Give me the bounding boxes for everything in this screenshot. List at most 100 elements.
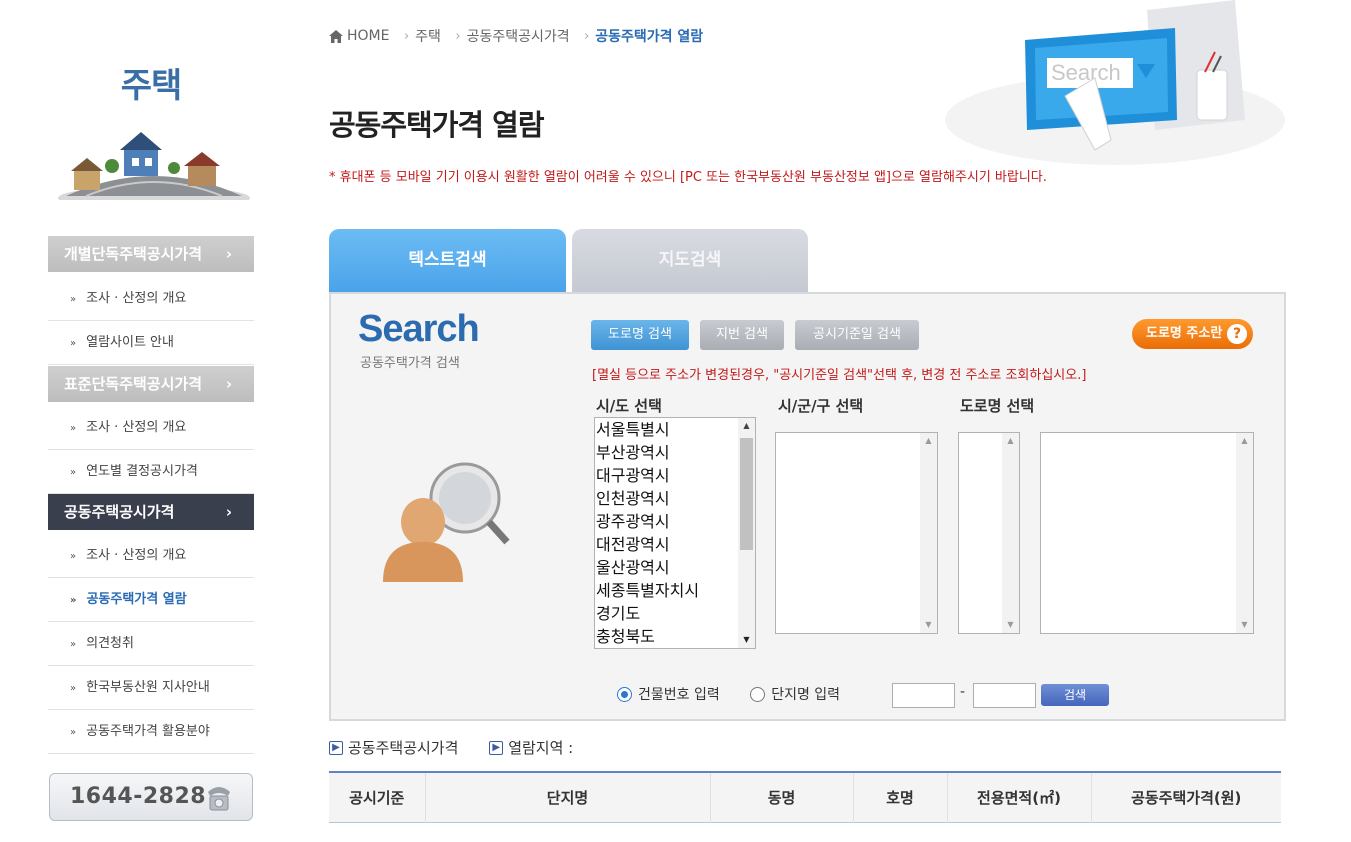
result-table: 공시기준 단지명 동명 호명 전용면적(㎡) 공동주택가격(원) — [329, 771, 1281, 823]
phone-number: 1644-2828 — [70, 784, 207, 809]
sidebar-item-site-guide[interactable]: » 열람사이트 안내 — [48, 321, 254, 365]
bullet-icon: » — [70, 294, 77, 305]
sidebar-item-opinion[interactable]: » 의견청취 — [48, 622, 254, 666]
houses-illustration — [58, 132, 250, 200]
telephone-icon — [208, 787, 230, 811]
region-info-label: 열람지역 : — [508, 739, 574, 757]
building-number-label: 건물번호 입력 — [638, 687, 720, 703]
sidebar-item-label: 조사 · 산정의 개요 — [86, 291, 187, 306]
chevron-right-icon: › — [225, 375, 232, 393]
input-type-radio-group: 건물번호 입력 단지명 입력 — [617, 684, 866, 704]
sidebar-item-label: 조사 · 산정의 개요 — [86, 548, 187, 563]
road-label: 도로명 선택 — [960, 397, 1035, 415]
breadcrumb-separator-icon: › — [584, 28, 590, 44]
road-name-search-button[interactable]: 도로명 검색 — [591, 320, 689, 350]
sidebar-item-label: 열람사이트 안내 — [86, 335, 174, 350]
home-icon[interactable] — [329, 29, 343, 43]
sidebar-section-label: 개별단독주택공시가격 — [64, 245, 203, 263]
scroll-down-icon[interactable]: ▼ — [738, 632, 755, 648]
search-button[interactable]: 검색 — [1041, 684, 1109, 706]
sido-listbox[interactable]: 서울특별시 부산광역시 대구광역시 인천광역시 광주광역시 대전광역시 울산광역… — [594, 417, 756, 649]
breadcrumb-item[interactable]: 주택 — [415, 29, 441, 45]
scrollbar[interactable]: ▲ ▼ — [920, 433, 937, 633]
sidebar-section-apartment[interactable]: 공동주택공시가격 › — [48, 494, 254, 530]
complex-name-radio[interactable] — [750, 686, 766, 702]
col-base-date: 공시기준 — [329, 772, 425, 822]
breadcrumb-item[interactable]: 공동주택공시가격 — [467, 29, 570, 45]
road-address-guide-button[interactable]: 도로명 주소란 ? — [1132, 319, 1253, 349]
sido-option[interactable]: 서울특별시 — [595, 418, 755, 441]
chevron-right-icon: › — [225, 503, 232, 521]
sidebar-item-usage[interactable]: » 공동주택가격 활용분야 — [48, 710, 254, 754]
road-name-listbox[interactable]: ▲ ▼ — [1040, 432, 1254, 634]
sidebar-item-overview[interactable]: » 조사 · 산정의 개요 — [48, 406, 254, 450]
scroll-down-icon[interactable]: ▼ — [920, 617, 937, 633]
col-building: 동명 — [709, 772, 853, 822]
building-main-number-input[interactable] — [892, 683, 955, 708]
guide-label: 도로명 주소란 — [1146, 326, 1223, 341]
sidebar-section-individual-house[interactable]: 개별단독주택공시가격 › — [48, 236, 254, 272]
sido-option[interactable]: 인천광역시 — [595, 487, 755, 510]
sigungu-listbox[interactable]: ▲ ▼ — [775, 432, 938, 634]
scrollbar-thumb[interactable] — [740, 438, 753, 550]
lot-number-search-button[interactable]: 지번 검색 — [700, 320, 784, 350]
breadcrumb-separator-icon: › — [403, 28, 410, 44]
scroll-up-icon[interactable]: ▲ — [1002, 433, 1019, 449]
table-header-row: 공시기준 단지명 동명 호명 전용면적(㎡) 공동주택가격(원) — [329, 772, 1281, 822]
box-arrow-icon: ▶ — [329, 740, 343, 755]
sido-option[interactable]: 광주광역시 — [595, 510, 755, 533]
page-title: 공동주택가격 열람 — [329, 108, 545, 142]
sidebar-section-label: 공동주택공시가격 — [64, 503, 175, 521]
bullet-icon: » — [70, 683, 77, 694]
scrollbar[interactable]: ▲ ▼ — [738, 418, 755, 648]
breadcrumb: HOME › 주택 › 공동주택공시가격 › 공동주택가격 열람 — [329, 26, 703, 46]
header-image-text: Search — [1051, 60, 1121, 85]
bullet-icon: » — [70, 639, 77, 650]
sidebar-item-overview[interactable]: » 조사 · 산정의 개요 — [48, 277, 254, 321]
building-number-radio[interactable] — [617, 686, 632, 702]
breadcrumb-current: 공동주택가격 열람 — [595, 29, 704, 45]
col-price: 공동주택가격(원) — [1090, 772, 1281, 822]
sidebar-section-standard-house[interactable]: 표준단독주택공시가격 › — [48, 366, 254, 402]
box-arrow-icon: ▶ — [489, 740, 504, 755]
tab-text-search[interactable]: 텍스트검색 — [329, 229, 566, 292]
sidebar-item-yearly-prices[interactable]: » 연도별 결정공시가격 — [48, 450, 254, 494]
road-initial-listbox[interactable]: ▲ ▼ — [958, 432, 1020, 634]
bullet-icon: » — [70, 727, 77, 738]
sidebar-section-label: 표준단독주택공시가격 — [64, 375, 203, 393]
sidebar-item-apartment-price-view[interactable]: » 공동주택가격 열람 — [48, 578, 254, 622]
scrollbar[interactable]: ▲ ▼ — [1002, 433, 1019, 633]
building-sub-number-input[interactable] — [973, 683, 1036, 708]
sidebar-item-label: 조사 · 산정의 개요 — [86, 420, 187, 435]
base-date-search-button[interactable]: 공시기준일 검색 — [795, 320, 919, 350]
scroll-down-icon[interactable]: ▼ — [1002, 617, 1019, 633]
sido-option[interactable]: 세종특별자치시 — [595, 579, 755, 602]
sido-option[interactable]: 울산광역시 — [595, 556, 755, 579]
sido-option[interactable]: 부산광역시 — [595, 441, 755, 464]
tab-map-search[interactable]: 지도검색 — [572, 229, 808, 292]
chevron-right-icon: › — [225, 245, 232, 263]
bullet-icon: » — [70, 595, 77, 606]
sidebar-item-branches[interactable]: » 한국부동산원 지사안내 — [48, 666, 254, 710]
sido-option[interactable]: 충청북도 — [595, 625, 755, 648]
number-dash: - — [960, 684, 966, 700]
search-monitor-illustration: Search — [945, 0, 1285, 165]
sido-option[interactable]: 대구광역시 — [595, 464, 755, 487]
sidebar-item-overview[interactable]: » 조사 · 산정의 개요 — [48, 534, 254, 578]
bullet-icon: » — [70, 551, 77, 562]
info-row: ▶ 공동주택공시가격 ▶ 열람지역 : — [329, 737, 599, 758]
sido-option[interactable]: 경기도 — [595, 602, 755, 625]
scroll-up-icon[interactable]: ▲ — [1236, 433, 1253, 449]
scroll-down-icon[interactable]: ▼ — [1236, 617, 1253, 633]
search-logo-subtitle: 공동주택가격 검색 — [360, 356, 460, 371]
sidebar: 주택 개별단독주택공시가격 › » 조사 · 산정의 개요 » 열람사이트 안내 표… — [48, 0, 254, 842]
scrollbar[interactable]: ▲ ▼ — [1236, 433, 1253, 633]
scroll-up-icon[interactable]: ▲ — [738, 418, 755, 434]
sidebar-item-label: 공동주택가격 활용분야 — [86, 724, 210, 739]
scroll-up-icon[interactable]: ▲ — [920, 433, 937, 449]
sidebar-item-label: 한국부동산원 지사안내 — [86, 680, 210, 695]
breadcrumb-home[interactable]: HOME — [347, 28, 389, 44]
person-magnifier-illustration — [383, 462, 510, 582]
search-logo: Search — [358, 308, 480, 350]
sido-option[interactable]: 대전광역시 — [595, 533, 755, 556]
